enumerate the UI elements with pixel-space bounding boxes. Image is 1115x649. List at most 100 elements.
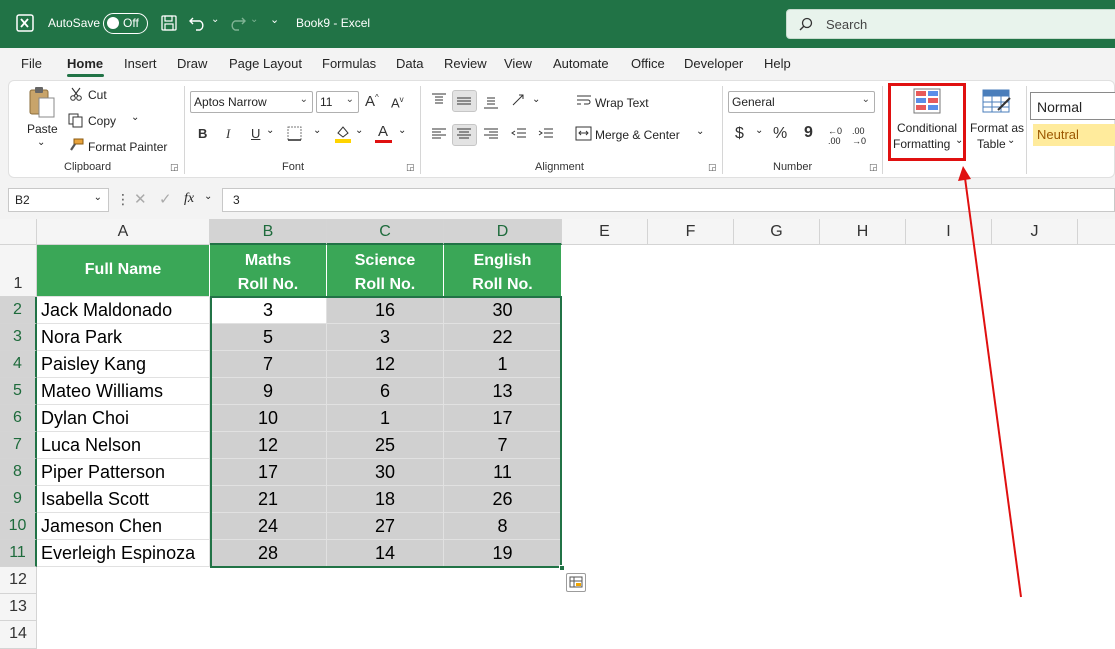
cell-d11[interactable]: 19 bbox=[444, 540, 562, 567]
row-header-10[interactable]: 10 bbox=[0, 513, 37, 540]
quick-access-more-icon[interactable]: ⌄ bbox=[270, 13, 279, 26]
decrease-font-size-icon[interactable]: Av bbox=[391, 95, 404, 110]
align-right-icon[interactable] bbox=[483, 127, 499, 141]
cell-style-normal[interactable]: Normal bbox=[1030, 92, 1115, 120]
font-color-icon[interactable]: A bbox=[378, 123, 388, 140]
increase-indent-icon[interactable] bbox=[538, 127, 554, 141]
cell-b9[interactable]: 21 bbox=[210, 486, 327, 513]
formula-input[interactable]: 3 bbox=[222, 188, 1115, 212]
cell-a10[interactable]: Jameson Chen bbox=[37, 513, 210, 540]
number-launcher-icon[interactable]: ◲ bbox=[869, 162, 878, 173]
tab-formulas[interactable]: Formulas bbox=[322, 56, 376, 71]
decrease-indent-icon[interactable] bbox=[511, 127, 527, 141]
conditional-formatting-highlight[interactable] bbox=[888, 83, 966, 161]
underline-button[interactable]: U bbox=[251, 126, 260, 141]
cell-d2[interactable]: 30 bbox=[444, 297, 562, 324]
row-header-14[interactable]: 14 bbox=[0, 621, 37, 649]
row-header-7[interactable]: 7 bbox=[0, 432, 37, 459]
format-as-table-dropdown-icon[interactable]: ⌄ bbox=[1007, 135, 1015, 146]
column-header-h[interactable]: H bbox=[820, 219, 906, 245]
cell-c7[interactable]: 25 bbox=[327, 432, 444, 459]
cell-d3[interactable]: 22 bbox=[444, 324, 562, 351]
tab-developer[interactable]: Developer bbox=[684, 56, 743, 71]
font-name-combo[interactable]: Aptos Narrow ⌄ bbox=[190, 91, 313, 113]
cell-d5[interactable]: 13 bbox=[444, 378, 562, 405]
column-header-e[interactable]: E bbox=[562, 219, 648, 245]
cell-b5[interactable]: 9 bbox=[210, 378, 327, 405]
column-header-f[interactable]: F bbox=[648, 219, 734, 245]
cell-c5[interactable]: 6 bbox=[327, 378, 444, 405]
cell-b8[interactable]: 17 bbox=[210, 459, 327, 486]
merge-center-button[interactable]: Merge & Center bbox=[595, 128, 680, 142]
select-all-corner[interactable] bbox=[0, 219, 37, 245]
cell-d9[interactable]: 26 bbox=[444, 486, 562, 513]
column-header-i[interactable]: I bbox=[906, 219, 992, 245]
cell-a3[interactable]: Nora Park bbox=[37, 324, 210, 351]
borders-dropdown-icon[interactable]: ⌄ bbox=[313, 125, 321, 136]
bold-button[interactable]: B bbox=[198, 126, 207, 141]
underline-dropdown-icon[interactable]: ⌄ bbox=[266, 125, 274, 136]
cell-c3[interactable]: 3 bbox=[327, 324, 444, 351]
tab-home[interactable]: Home bbox=[67, 56, 103, 71]
column-header-b[interactable]: B bbox=[210, 219, 327, 245]
borders-icon[interactable] bbox=[287, 126, 302, 141]
cell-b6[interactable]: 10 bbox=[210, 405, 327, 432]
wrap-text-button[interactable]: Wrap Text bbox=[595, 96, 649, 110]
align-left-icon[interactable] bbox=[431, 127, 447, 141]
undo-dropdown-icon[interactable]: ⌄ bbox=[211, 14, 219, 25]
cell-b10[interactable]: 24 bbox=[210, 513, 327, 540]
cell-c4[interactable]: 12 bbox=[327, 351, 444, 378]
comma-style-button[interactable]: 9 bbox=[804, 124, 813, 142]
quick-analysis-button[interactable] bbox=[566, 573, 586, 592]
font-launcher-icon[interactable]: ◲ bbox=[406, 162, 415, 173]
name-box[interactable]: B2 ⌄ bbox=[8, 188, 109, 212]
cell-a6[interactable]: Dylan Choi bbox=[37, 405, 210, 432]
cell-b11[interactable]: 28 bbox=[210, 540, 327, 567]
fill-color-dropdown-icon[interactable]: ⌄ bbox=[355, 125, 363, 136]
align-top-icon[interactable] bbox=[431, 93, 447, 107]
autosave-toggle[interactable]: Off bbox=[103, 13, 148, 34]
cell-d10[interactable]: 8 bbox=[444, 513, 562, 540]
tab-office[interactable]: Office bbox=[631, 56, 665, 71]
format-as-table-label-1[interactable]: Format as bbox=[970, 121, 1024, 135]
row-header-2[interactable]: 2 bbox=[0, 297, 37, 324]
cell-a7[interactable]: Luca Nelson bbox=[37, 432, 210, 459]
copy-button[interactable]: Copy bbox=[88, 114, 116, 128]
cell-a5[interactable]: Mateo Williams bbox=[37, 378, 210, 405]
fill-color-icon[interactable] bbox=[334, 124, 352, 143]
insert-function-button[interactable]: fx bbox=[184, 191, 194, 207]
row-header-11[interactable]: 11 bbox=[0, 540, 37, 567]
cell-c8[interactable]: 30 bbox=[327, 459, 444, 486]
cell-b4[interactable]: 7 bbox=[210, 351, 327, 378]
increase-decimal-icon[interactable]: ←0.00 bbox=[828, 126, 842, 146]
tab-page-layout[interactable]: Page Layout bbox=[229, 56, 302, 71]
column-header-d[interactable]: D bbox=[444, 219, 562, 245]
increase-font-size-icon[interactable]: A^ bbox=[365, 93, 379, 110]
row-header-9[interactable]: 9 bbox=[0, 486, 37, 513]
font-color-dropdown-icon[interactable]: ⌄ bbox=[398, 125, 406, 136]
row-header-4[interactable]: 4 bbox=[0, 351, 37, 378]
row-header-12[interactable]: 12 bbox=[0, 567, 37, 594]
tab-automate[interactable]: Automate bbox=[553, 56, 609, 71]
cell-c11[interactable]: 14 bbox=[327, 540, 444, 567]
tab-draw[interactable]: Draw bbox=[177, 56, 207, 71]
percent-button[interactable]: % bbox=[773, 125, 787, 143]
row-header-6[interactable]: 6 bbox=[0, 405, 37, 432]
cell-b2[interactable]: 3 bbox=[210, 297, 327, 324]
column-header-a[interactable]: A bbox=[37, 219, 210, 245]
decrease-decimal-icon[interactable]: .00 →0 bbox=[852, 126, 866, 146]
tab-data[interactable]: Data bbox=[396, 56, 423, 71]
column-header-k[interactable] bbox=[1078, 219, 1115, 245]
currency-dropdown-icon[interactable]: ⌄ bbox=[755, 125, 763, 136]
cell-b7[interactable]: 12 bbox=[210, 432, 327, 459]
tab-view[interactable]: View bbox=[504, 56, 532, 71]
cell-a4[interactable]: Paisley Kang bbox=[37, 351, 210, 378]
column-header-j[interactable]: J bbox=[992, 219, 1078, 245]
paste-dropdown-icon[interactable]: ⌄ bbox=[37, 137, 45, 148]
cell-d4[interactable]: 1 bbox=[444, 351, 562, 378]
row-header-1[interactable]: 1 bbox=[0, 245, 37, 297]
paste-button[interactable]: Paste bbox=[27, 122, 58, 136]
row-header-3[interactable]: 3 bbox=[0, 324, 37, 351]
italic-button[interactable]: I bbox=[226, 126, 230, 142]
redo-icon[interactable] bbox=[228, 15, 246, 31]
